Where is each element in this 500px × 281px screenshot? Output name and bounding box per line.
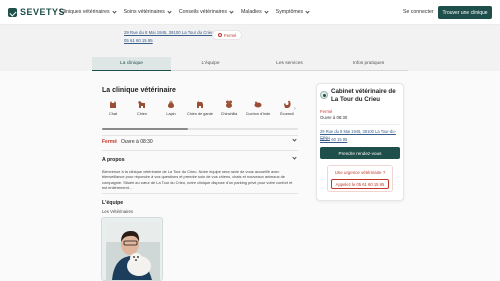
tab-services[interactable]: Les services (250, 57, 329, 71)
nav-item-maladies[interactable]: Maladies (240, 9, 269, 15)
chevron-down-icon (167, 9, 172, 14)
animal-chien[interactable]: Chien (131, 99, 153, 124)
chinchilla-icon (226, 100, 232, 108)
clinic-logo-icon (320, 91, 328, 99)
nav-label: Cliniques vétérinaires (60, 9, 110, 15)
nav-item-soins[interactable]: Soins vétérinaires (123, 9, 172, 15)
nav-label: Conseils vétérinaires (178, 9, 227, 15)
carousel-next-icon[interactable]: › (294, 106, 296, 112)
animal-label: Chinchilla (220, 112, 238, 116)
section-title: La clinique vétérinaire (102, 87, 176, 94)
tab-infos-pratiques[interactable]: Infos pratiques (329, 57, 408, 71)
divider (102, 193, 298, 194)
clock-icon (218, 33, 222, 37)
chevron-down-icon (292, 155, 297, 160)
vet-portrait-image (106, 222, 160, 280)
animal-label: Chien de garde (187, 112, 213, 116)
status-label: Fermé (102, 139, 118, 145)
nav-item-conseils[interactable]: Conseils vétérinaires (178, 9, 234, 15)
clinic-tabs: La clinique L'équipe Les services Infos … (92, 57, 408, 71)
find-clinic-button[interactable]: Trouver une clinique (438, 6, 492, 19)
tab-equipe[interactable]: L'équipe (171, 57, 250, 71)
carousel-scroll-thumb[interactable] (102, 128, 188, 130)
about-title: A propos (102, 157, 125, 163)
status-text: Fermé (224, 32, 237, 38)
chevron-down-icon (264, 9, 269, 14)
animal-cochon-d-inde[interactable]: Cochon d'Inde (245, 99, 271, 124)
top-navigation-bar: SEVETYS Cliniques vétérinaires Soins vét… (0, 0, 500, 25)
card-status: Fermé (320, 109, 333, 114)
vet-photo (106, 222, 160, 280)
nav-label: Maladies (240, 9, 262, 15)
urgency-call-button[interactable]: Appelez le 05 61 60 15 95 (331, 179, 389, 189)
animal-label: Cochon d'Inde (245, 112, 271, 116)
cat-icon (110, 101, 116, 108)
animal-label: Chien (137, 112, 147, 116)
animal-label: Chat (108, 112, 118, 116)
book-appointment-button[interactable]: Prendre rendez-vous (320, 147, 400, 159)
animal-label: Lapin (166, 112, 176, 116)
urgency-title: Une urgence vétérinaire ? (334, 170, 386, 175)
chevron-down-icon (292, 137, 297, 142)
team-title: L'équipe (102, 200, 124, 206)
about-toggle[interactable] (102, 155, 298, 165)
chevron-down-icon (111, 9, 117, 14)
status-badge: Fermé (212, 30, 243, 40)
logo-text: SEVETYS (20, 7, 66, 17)
chevron-down-icon (229, 9, 234, 14)
animal-label: Écureuil (280, 112, 294, 116)
card-phone-link[interactable]: 05 61 60 15 95 (320, 137, 347, 142)
nav-label: Soins vétérinaires (123, 9, 165, 15)
login-link[interactable]: Se connecter (403, 9, 434, 15)
divider (102, 135, 298, 136)
card-hours: Ouvre à 08:30 (320, 115, 348, 120)
animals-carousel: Chat Chien Lapin Chien de garde Chinchil… (102, 99, 298, 124)
clinic-hero (0, 25, 500, 57)
animal-lapin[interactable]: Lapin (160, 99, 182, 124)
main-nav: Cliniques vétérinaires Soins vétérinaire… (60, 9, 310, 15)
card-title: Cabinet vétérinaire de La Tour du Crieu (331, 88, 396, 103)
divider (320, 124, 400, 125)
sevetys-logo[interactable]: SEVETYS (8, 7, 65, 17)
vets-label: Les Vétérinaires (102, 209, 134, 214)
hero-address-link[interactable]: 29 Rue du 8 Mai 1945, 39100 La Tour du C… (124, 30, 214, 35)
animal-chat[interactable]: Chat (102, 99, 124, 124)
animal-chien-de-garde[interactable]: Chien de garde (187, 99, 213, 124)
divider (102, 150, 298, 151)
vet-card[interactable] (101, 217, 163, 281)
dog-icon (138, 101, 145, 108)
guard-dog-icon (197, 101, 203, 108)
guinea-pig-icon (254, 101, 262, 108)
tab-la-clinique[interactable]: La clinique (92, 57, 171, 71)
chevron-down-icon (305, 9, 310, 14)
opening-hours-toggle[interactable]: Fermé Ouvre à 08:30 (102, 137, 298, 147)
nav-item-cliniques[interactable]: Cliniques vétérinaires (60, 9, 117, 15)
logo-icon (8, 7, 17, 17)
hours-text: Ouvre à 08:30 (121, 139, 153, 145)
rabbit-icon (168, 100, 174, 108)
squirrel-icon (284, 100, 291, 108)
about-text: Bienvenue à la clinique vétérinaire de L… (102, 169, 293, 190)
nav-item-symptomes[interactable]: Symptômes (275, 9, 310, 15)
animal-chinchilla[interactable]: Chinchilla (218, 99, 240, 124)
nav-label: Symptômes (275, 9, 304, 15)
hero-phone-link[interactable]: 05 61 60 15 95 (124, 38, 153, 43)
